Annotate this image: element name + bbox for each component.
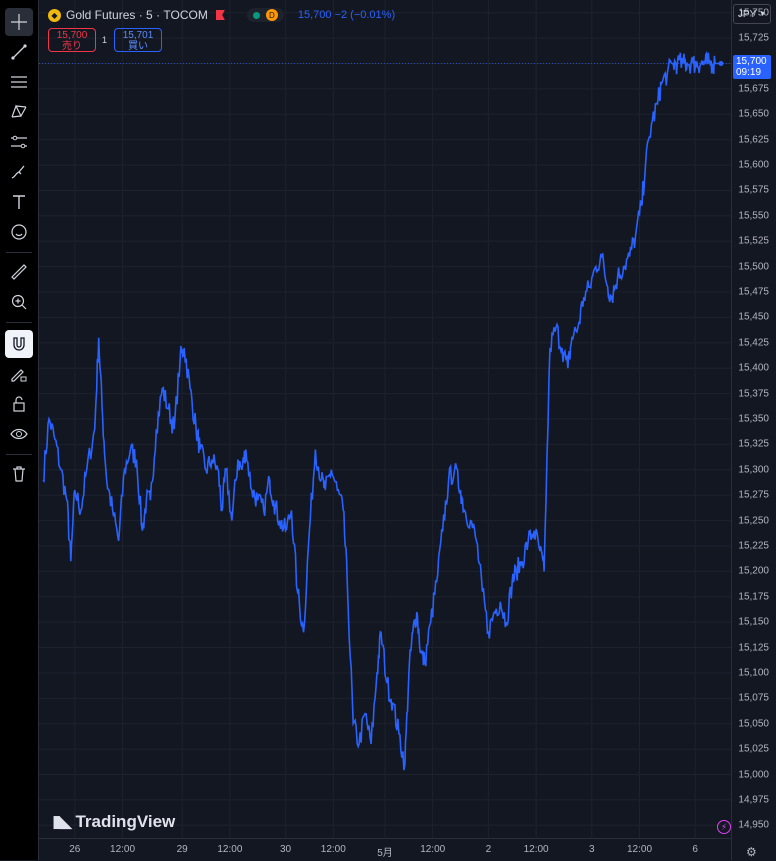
bar-countdown: 09:19 — [736, 67, 762, 79]
price-tick: 15,050 — [738, 718, 769, 730]
buy-button[interactable]: 15,701 買い — [114, 28, 162, 52]
series-line-gold-futures — [42, 50, 721, 771]
price-tick: 15,100 — [738, 667, 769, 679]
zoom-in-icon[interactable] — [5, 288, 33, 316]
currency-selector[interactable]: JPY ▼ — [733, 4, 771, 24]
text-icon[interactable] — [5, 188, 33, 216]
buy-price: 15,701 — [122, 30, 154, 41]
price-tick: 14,975 — [738, 794, 769, 806]
tradingview-logo-icon: ▮◣ — [52, 812, 72, 831]
time-tick: 2 — [485, 844, 492, 855]
price-tick: 15,675 — [738, 83, 769, 95]
price-tick: 15,325 — [738, 438, 769, 450]
pattern-icon[interactable] — [5, 98, 33, 126]
chart-grid — [39, 0, 731, 838]
crosshair-icon[interactable] — [5, 8, 33, 36]
gold-symbol-icon: ◆ — [48, 8, 61, 22]
fib-icon[interactable] — [5, 68, 33, 96]
symbol-sep: · — [135, 8, 147, 22]
watermark-text: TradingView — [75, 812, 176, 831]
time-tick: 6 — [692, 844, 698, 855]
time-tick: 12:00 — [217, 844, 243, 855]
price-tick: 15,650 — [738, 108, 769, 120]
price-axis[interactable]: 15,75015,72515,70015,67515,65015,62515,6… — [731, 0, 776, 860]
brush-icon[interactable] — [5, 158, 33, 186]
symbol-sep2: · — [152, 8, 164, 22]
magnet-icon[interactable] — [5, 330, 33, 358]
price-tick: 15,450 — [738, 311, 769, 323]
ruler-icon[interactable] — [5, 258, 33, 286]
lock-icon[interactable] — [5, 390, 33, 418]
time-tick: 12:00 — [110, 844, 136, 855]
time-axis[interactable]: 26 12:00 29 12:00 30 12:00 5月 12:00 2 12:00 3 12:00… — [39, 838, 731, 861]
data-status-badge: D — [265, 9, 278, 21]
price-tick: 15,150 — [738, 616, 769, 628]
current-price-value: 15,700 — [736, 56, 767, 68]
forecast-icon[interactable] — [5, 128, 33, 156]
price-tick: 14,950 — [738, 819, 769, 831]
time-tick: 29 — [176, 844, 188, 855]
lightning-icon[interactable]: ⚡ — [717, 820, 731, 834]
price-tick: 15,625 — [738, 134, 769, 146]
price-tick: 15,500 — [738, 261, 769, 273]
last-quote: 15,700 −2 (−0.01%) — [298, 9, 395, 21]
time-tick: 12:00 — [523, 844, 549, 855]
sell-price: 15,700 — [56, 30, 88, 41]
price-tick: 15,575 — [738, 184, 769, 196]
price-tick: 15,025 — [738, 743, 769, 755]
exchange-label: TOCOM — [163, 8, 208, 22]
spread-value: 1 — [102, 35, 108, 45]
price-tick: 15,375 — [738, 388, 769, 400]
price-tick: 15,475 — [738, 286, 769, 298]
time-tick: 12:00 — [320, 844, 346, 855]
price-tick: 15,000 — [738, 769, 769, 780]
tradingview-watermark: ▮◣ TradingView — [52, 812, 175, 832]
sell-label: 売り — [62, 41, 82, 52]
price-chart[interactable] — [39, 0, 731, 838]
current-price-label: 15,700 09:19 — [733, 55, 771, 80]
drawing-toolbar — [0, 0, 39, 860]
price-tick: 15,525 — [738, 235, 769, 247]
buy-label: 買い — [128, 41, 148, 52]
trend-line-icon[interactable] — [5, 38, 33, 66]
price-change: −2 (−0.01%) — [334, 9, 396, 21]
price-tick: 15,550 — [738, 210, 769, 222]
last-price-dot — [718, 60, 724, 66]
chevron-down-icon: ▼ — [759, 10, 767, 18]
price-tick: 15,300 — [738, 464, 769, 476]
gear-icon[interactable]: ⚙ — [746, 845, 757, 859]
price-tick: 15,250 — [738, 515, 769, 527]
price-tick: 15,425 — [738, 337, 769, 349]
price-tick: 15,225 — [738, 540, 769, 552]
time-tick: 26 — [69, 844, 81, 855]
lock-draw-icon[interactable] — [5, 360, 33, 388]
price-tick: 15,275 — [738, 489, 769, 501]
price-tick: 15,350 — [738, 413, 769, 425]
trash-icon[interactable] — [5, 460, 33, 488]
price-tick: 15,125 — [738, 642, 769, 654]
interval-label: 5 — [146, 8, 153, 22]
sell-button[interactable]: 15,700 売り — [48, 28, 96, 52]
market-status[interactable]: D — [246, 8, 284, 22]
price-tick: 15,725 — [738, 32, 769, 44]
symbol-name: Gold Futures — [66, 8, 136, 22]
time-tick: 30 — [280, 844, 292, 855]
eye-icon[interactable] — [5, 420, 33, 448]
price-tick: 15,075 — [738, 692, 769, 704]
price-tick: 15,400 — [738, 362, 769, 374]
time-tick: 5月 — [377, 848, 393, 859]
time-tick: 12:00 — [626, 844, 653, 855]
currency-label: JPY — [737, 8, 757, 20]
market-open-icon — [252, 11, 260, 19]
time-tick: 12:00 — [420, 844, 446, 855]
symbol-header[interactable]: ◆ Gold Futures · 5 · TOCOM D 15,700 −2 (… — [48, 6, 395, 24]
price-tick: 15,600 — [738, 159, 769, 171]
time-tick: 3 — [589, 844, 595, 855]
flag-icon — [215, 10, 225, 20]
emoji-icon[interactable] — [5, 218, 33, 246]
price-tick: 15,175 — [738, 591, 769, 603]
last-price: 15,700 — [297, 9, 332, 21]
price-tick: 15,200 — [738, 565, 769, 577]
